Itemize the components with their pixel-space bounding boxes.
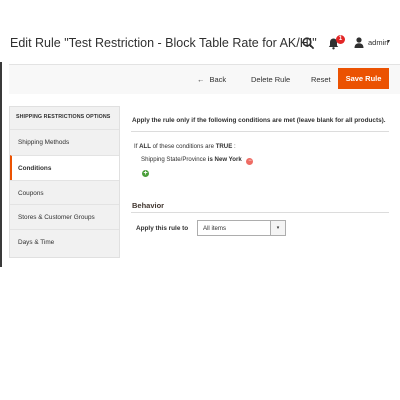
divider: [131, 212, 389, 213]
back-button-label: Back: [209, 75, 227, 84]
sidebar-item-conditions[interactable]: Conditions: [10, 155, 119, 180]
conditions-intro: Apply the rule only if the following con…: [132, 117, 386, 124]
apply-rule-select[interactable]: All items ▾: [197, 220, 286, 236]
if-prefix: If: [134, 143, 138, 150]
page-title: Edit Rule "Test Restriction - Block Tabl…: [10, 36, 317, 50]
delete-rule-button[interactable]: Delete Rule: [251, 75, 290, 84]
save-rule-button[interactable]: Save Rule: [338, 68, 389, 89]
page-header: Edit Rule "Test Restriction - Block Tabl…: [0, 0, 400, 62]
if-middle: of these conditions are: [152, 143, 214, 150]
sidebar-item-days-time[interactable]: Days & Time: [10, 229, 119, 254]
sidebar-item-stores-customer-groups[interactable]: Stores & Customer Groups: [10, 204, 119, 229]
user-icon[interactable]: [354, 37, 364, 48]
search-icon[interactable]: [302, 37, 314, 49]
user-menu-label[interactable]: admin: [368, 38, 388, 47]
remove-condition-icon[interactable]: −: [246, 158, 254, 165]
chevron-down-icon[interactable]: ▾: [387, 38, 390, 45]
sidebar-item-coupons[interactable]: Coupons: [10, 180, 119, 205]
left-edge-bar: [0, 62, 2, 267]
if-suffix: :: [233, 143, 236, 150]
sidebar-heading: SHIPPING RESTRICTIONS OPTIONS: [16, 114, 111, 120]
condition-aggregator-line: If ALL of these conditions are TRUE :: [134, 143, 236, 150]
conditions-panel: Apply the rule only if the following con…: [131, 106, 389, 266]
behavior-section-title: Behavior: [132, 201, 165, 210]
back-button[interactable]: ← Back: [197, 75, 226, 84]
condition-operator[interactable]: is: [208, 156, 213, 163]
condition-rule: Shipping State/Province is New York −: [141, 156, 254, 165]
aggregator-toggle[interactable]: ALL: [139, 143, 151, 150]
apply-rule-label: Apply this rule to: [136, 225, 189, 232]
divider: [131, 131, 389, 132]
arrow-left-icon: ←: [197, 75, 205, 84]
reset-button[interactable]: Reset: [311, 75, 331, 84]
sidebar-item-shipping-methods[interactable]: Shipping Methods: [10, 129, 119, 154]
add-condition-icon[interactable]: +: [142, 170, 149, 177]
value-toggle[interactable]: TRUE: [216, 143, 233, 150]
chevron-down-icon: ▾: [270, 221, 285, 235]
sidebar-tabs: SHIPPING RESTRICTIONS OPTIONS Shipping M…: [9, 106, 120, 258]
condition-attribute: Shipping State/Province: [141, 156, 207, 163]
notification-badge[interactable]: 1: [336, 35, 345, 44]
apply-rule-value: All items: [203, 225, 227, 232]
condition-value[interactable]: New York: [215, 156, 242, 163]
